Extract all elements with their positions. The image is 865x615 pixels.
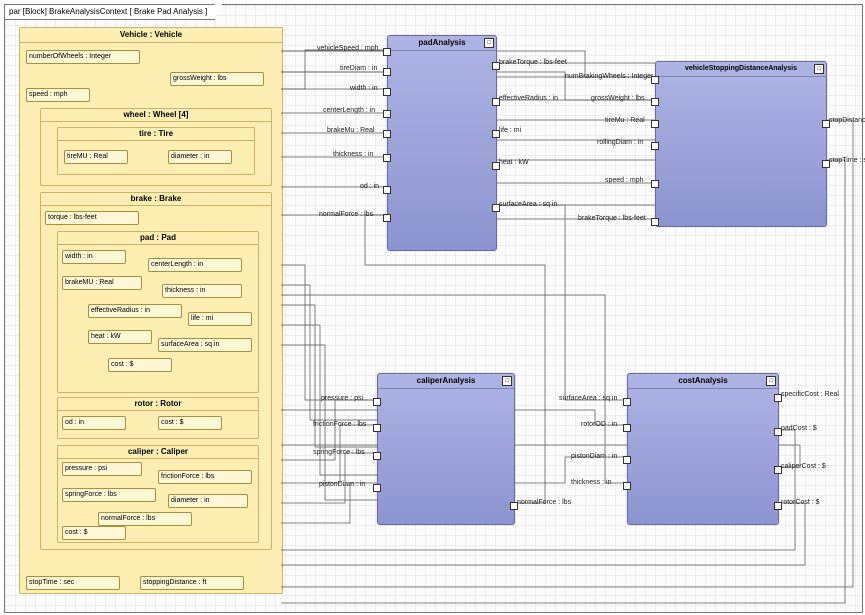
vsda-port-r1: stopTime : sec [829,157,865,164]
pin-surfacearea[interactable]: surfaceArea : sq in [158,338,252,352]
vsda-port-l4: speed : mph [605,177,644,184]
pin-tirediameter[interactable]: diameter : in [168,150,232,164]
pad-block: pad : Pad width : in centerLength : in b… [57,231,259,393]
pin-centerlength[interactable]: centerLength : in [148,258,242,272]
pin-tiremu[interactable]: tireMU : Real [64,150,128,164]
brake-title: brake : Brake [41,193,271,206]
pin-speed[interactable]: speed : mph [26,88,90,102]
pin-numberofwheels[interactable]: numberOfWheels : Integer [26,50,140,64]
padanalysis-title: padAnalysis [388,36,496,51]
cost-port-l3: thickness : in [571,479,611,486]
pin-pressure[interactable]: pressure : psi [62,462,142,476]
costanalysis-block[interactable]: costAnalysis □ [627,373,779,525]
costanalysis-title: costAnalysis [628,374,778,389]
vsda-port-r0: stopDistance : ft [829,117,865,124]
pin-rotorcost[interactable]: cost : $ [158,416,222,430]
vsda-port-l3: rollingDiam : in [597,139,643,146]
pin-stopdistance[interactable]: stoppingDistance : ft [140,576,244,590]
cost-port-r1: padCost : $ [781,425,817,432]
pin-frictionforce[interactable]: frictionForce : lbs [158,470,252,484]
padanalysis-port-l3: centerLength : in [323,107,375,114]
caliper-port-l3: pistonDiam : in [319,481,365,488]
pin-torque[interactable]: torque : lbs-feet [45,211,139,225]
pin-calipcost[interactable]: cost : $ [62,526,126,540]
constraint-icon: □ [502,376,512,386]
pin-effradius[interactable]: effectiveRadius : in [88,304,182,318]
pad-title: pad : Pad [58,232,258,245]
pin-od[interactable]: od : in [62,416,126,430]
padanalysis-port-r4: surfaceArea : sq in [499,201,557,208]
padanalysis-port-r1: effectiveRadius : in [499,95,558,102]
padanalysis-block[interactable]: padAnalysis □ [387,35,497,251]
rotor-title: rotor : Rotor [58,398,258,411]
padanalysis-port-l2: width : in [350,85,378,92]
caliper-block: caliper : Caliper pressure : psi frictio… [57,445,259,543]
padanalysis-port-l0: vehicleSpeed : mph [317,45,378,52]
tire-title: tire : Tire [58,128,254,141]
pin-padcost[interactable]: cost : $ [108,358,172,372]
caliperanalysis-block[interactable]: caliperAnalysis □ [377,373,515,525]
vsda-port-l1: grossWeight : lbs [591,95,645,102]
vsda-port-l0: numBrakingWheels : Integer [565,73,653,80]
wheel-title: wheel : Wheel [4] [41,109,271,122]
vsda-title: vehicleStoppingDistanceAnalysis [656,62,826,77]
brake-block: brake : Brake torque : lbs-feet pad : Pa… [40,192,272,550]
padanalysis-port-l7: normalForce : lbs [319,211,373,218]
cost-port-r3: rotorCost : $ [781,499,820,506]
pin-springforce[interactable]: springForce : lbs [62,488,156,502]
caliper-port-l0: pressure : psi [321,395,363,402]
constraint-icon: □ [766,376,776,386]
padanalysis-port-l4: brakeMu : Real [327,127,374,134]
pin-life[interactable]: life : mi [188,312,252,326]
rotor-block: rotor : Rotor od : in cost : $ [57,397,259,439]
cost-port-l2: pistonDiam : in [571,453,617,460]
caliper-title: caliper : Caliper [58,446,258,459]
vsda-port-l5: brakeTorque : lbs-feet [578,215,646,222]
pin-calipdiameter[interactable]: diameter : in [168,494,248,508]
padanalysis-port-r2: life : mi [499,127,521,134]
padanalysis-port-l6: od : in [360,183,379,190]
cost-port-l0: surfaceArea : sq in [559,395,617,402]
pin-width[interactable]: width : in [62,250,126,264]
frame-title-tab: par [Block] BrakeAnalysisContext [ Brake… [4,4,215,20]
parametric-frame: par [Block] BrakeAnalysisContext [ Brake… [4,4,863,613]
padanalysis-port-l5: thickness : in [333,151,373,158]
vsda-block[interactable]: vehicleStoppingDistanceAnalysis □ [655,61,827,227]
caliperanalysis-title: caliperAnalysis [378,374,514,389]
frame-title-text: par [Block] BrakeAnalysisContext [ Brake… [9,7,207,16]
pin-thickness[interactable]: thickness : in [162,284,242,298]
pin-heat[interactable]: heat : kW [88,330,152,344]
cost-port-r0: specificCost : Real [781,391,839,398]
pin-brakemu[interactable]: brakeMU : Real [62,276,142,290]
caliper-port-r0: normalForce : lbs [517,499,571,506]
padanalysis-port-r0: brakeTorque : lbs-feet [499,59,567,66]
constraint-icon: □ [814,64,824,74]
pin-normalforce[interactable]: normalForce : lbs [98,512,192,526]
padanalysis-port-l1: tireDiam : in [340,65,377,72]
tire-block: tire : Tire tireMU : Real diameter : in [57,127,255,175]
caliper-port-l2: springForce : lbs [313,449,365,456]
constraint-icon: □ [484,38,494,48]
padanalysis-port-r3: heat : kW [499,159,529,166]
pin-stoptime[interactable]: stopTime : sec [26,576,120,590]
vehicle-block: Vehicle : Vehicle numberOfWheels : Integ… [19,27,283,594]
wheel-block: wheel : Wheel [4] tire : Tire tireMU : R… [40,108,272,186]
pin-grossweight[interactable]: grossWeight : lbs [170,72,264,86]
cost-port-l1: rotorOD : in [581,421,617,428]
caliper-port-l1: frictionForce : lbs [313,421,366,428]
vsda-port-l2: tireMu : Real [605,117,645,124]
cost-port-r2: caliperCost : $ [781,463,826,470]
vehicle-title: Vehicle : Vehicle [20,28,282,43]
